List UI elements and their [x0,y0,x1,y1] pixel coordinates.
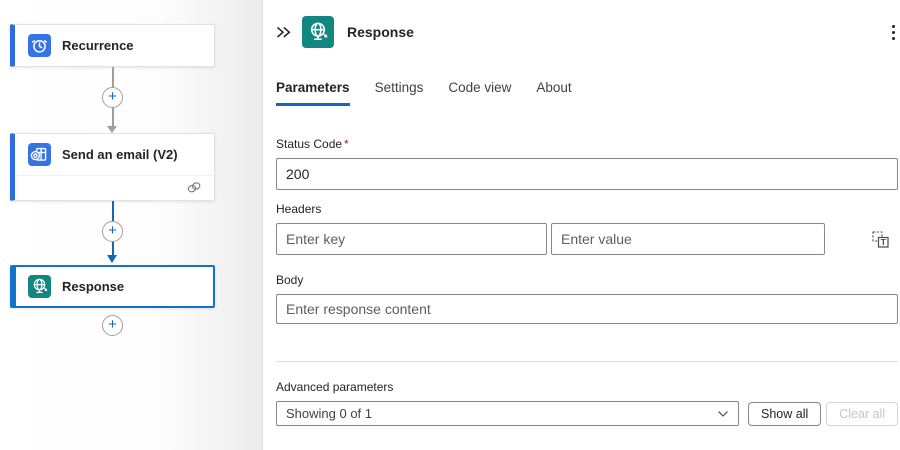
insert-action-button[interactable]: + [102,87,123,108]
tab-code-view[interactable]: Code view [448,80,511,106]
connector-line [112,108,114,126]
kebab-menu-icon [892,25,895,28]
panel-header: Response [269,14,898,50]
headers-value-input[interactable] [551,223,825,255]
tab-about[interactable]: About [536,80,571,106]
more-options-button[interactable] [889,22,898,43]
body-input[interactable] [276,294,898,324]
node-recurrence[interactable]: Recurrence [10,24,215,67]
node-response[interactable]: Response [10,265,215,308]
chevron-down-icon [717,410,729,418]
connector-line [112,67,114,87]
show-all-button[interactable]: Show all [748,402,821,426]
clear-all-button[interactable]: Clear all [826,402,898,426]
tab-settings[interactable]: Settings [375,80,424,106]
insert-action-button[interactable]: + [102,221,123,242]
insert-action-button[interactable]: + [102,315,123,336]
svg-text:T: T [880,237,886,247]
panel-title: Response [347,24,414,40]
tab-parameters[interactable]: Parameters [276,80,350,106]
recurrence-clock-icon [28,34,51,57]
node-label: Response [62,279,124,294]
node-label: Recurrence [62,38,134,53]
status-code-input[interactable] [276,158,898,190]
action-panel: Response Parameters Settings Code view A… [263,0,900,450]
section-divider [276,361,898,362]
headers-label: Headers [276,202,898,216]
flow-canvas[interactable]: Recurrence + [0,0,263,450]
status-code-label: Status Code* [276,137,898,151]
flow-designer: Recurrence + [0,0,900,450]
body-label: Body [276,273,898,287]
node-send-email[interactable]: Send an email (V2) [10,133,215,201]
dropdown-value: Showing 0 of 1 [286,406,372,421]
node-status-row [15,175,214,199]
collapse-panel-button[interactable] [269,19,295,45]
double-chevron-right-icon [274,25,291,40]
connector-arrow [107,126,117,133]
response-globe-icon [28,275,51,298]
advanced-parameters-label: Advanced parameters [276,380,898,394]
outlook-icon [28,143,51,166]
connector-arrow [107,255,117,263]
connection-link-icon[interactable] [186,181,202,194]
advanced-parameters-dropdown[interactable]: Showing 0 of 1 [276,401,739,426]
node-label: Send an email (V2) [62,147,178,162]
switch-to-text-mode-button[interactable]: T [869,228,891,250]
text-mode-icon: T [871,230,890,249]
required-mark: * [344,137,349,151]
panel-tabs: Parameters Settings Code view About [276,80,898,106]
connector-line [112,201,114,221]
connector-line [112,242,114,256]
headers-key-input[interactable] [276,223,547,255]
response-globe-icon [302,16,334,48]
